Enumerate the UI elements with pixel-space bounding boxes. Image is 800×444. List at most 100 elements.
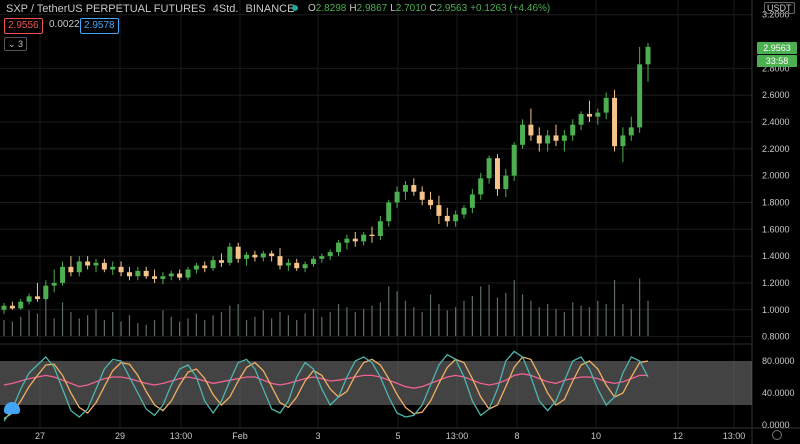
candle — [402, 181, 408, 200]
volume-bar — [179, 321, 181, 336]
candle-body — [260, 253, 266, 258]
volume-bar — [237, 304, 239, 336]
volume-bar — [279, 312, 281, 336]
candle — [294, 258, 300, 271]
price-chart[interactable]: 3.20002.80002.60002.40002.20002.00001.80… — [0, 0, 800, 444]
currency-label[interactable]: USDT — [764, 2, 795, 14]
volume-bar — [262, 310, 264, 336]
oscillator-band — [0, 361, 752, 405]
volume-bar — [363, 308, 365, 336]
candle-body — [227, 246, 233, 263]
candle — [612, 89, 618, 152]
candle — [561, 130, 567, 152]
candle-body — [193, 265, 199, 270]
volume-bar — [245, 320, 248, 336]
price-tick-label: 1.8000 — [762, 197, 790, 207]
interval-label[interactable]: 4Std. — [213, 3, 239, 15]
candle-body — [528, 124, 534, 136]
candle-body — [18, 301, 24, 309]
candle-body — [101, 262, 107, 270]
candle — [478, 172, 484, 200]
volume-bar — [505, 292, 507, 336]
candle-body — [428, 199, 434, 206]
volume-bar — [521, 294, 524, 336]
candle-body — [168, 273, 174, 277]
oscillator-tick-label: 40.0000 — [762, 388, 795, 398]
candle — [536, 127, 542, 152]
buy-price-button[interactable]: 2.9578 — [80, 18, 119, 34]
price-tick-label: 2.2000 — [762, 144, 790, 154]
time-tick-label: 3 — [315, 431, 320, 441]
candle-body — [327, 252, 333, 257]
cloud-icon[interactable] — [4, 402, 20, 414]
chart-header: SXP / TetherUS PERPETUAL FUTURES 4Std. B… — [6, 3, 298, 15]
low-value: 2.7010 — [395, 3, 427, 14]
candle — [352, 231, 358, 247]
volume-bar — [588, 307, 591, 336]
volume-bar — [371, 305, 373, 336]
volume-bar — [563, 312, 565, 336]
candle — [51, 269, 57, 293]
candle — [545, 130, 551, 152]
volume-bar — [170, 316, 172, 336]
volume-bar — [647, 300, 649, 336]
volume-bar — [404, 300, 407, 336]
candle-body — [152, 276, 158, 279]
candle — [185, 266, 191, 281]
volume-bar — [53, 318, 55, 336]
candle-body — [411, 185, 417, 192]
volume-bar — [321, 316, 323, 336]
volume-bar — [429, 294, 432, 336]
candle-body — [1, 305, 7, 310]
candle — [126, 266, 132, 281]
volume-bar — [28, 310, 30, 336]
candle-body — [419, 191, 425, 200]
volume-bar — [3, 320, 5, 336]
volume-bar — [78, 318, 80, 336]
volume-bar — [229, 305, 231, 336]
candle-body — [386, 202, 392, 222]
volume-bar — [304, 313, 306, 336]
candle-body — [177, 273, 183, 278]
candle — [118, 261, 124, 277]
candle — [269, 250, 275, 262]
time-tick-label: 13:00 — [723, 431, 746, 441]
volume-bar — [630, 308, 632, 336]
volume-bar — [538, 307, 540, 336]
candle-body — [9, 305, 15, 309]
volume-bar — [220, 312, 223, 336]
candle — [327, 249, 333, 261]
sell-price-button[interactable]: 2.9556 — [4, 18, 43, 34]
time-tick-label: 13:00 — [446, 431, 469, 441]
candle-body — [620, 135, 626, 147]
price-tick-label: 0.8000 — [762, 332, 790, 342]
price-tick-label: 1.6000 — [762, 224, 790, 234]
volume-bars — [3, 278, 649, 336]
volume-bar — [145, 324, 147, 336]
candle-body — [202, 265, 208, 269]
market-status-icon — [292, 5, 298, 11]
volume-bar — [488, 284, 490, 336]
volume-bar — [613, 280, 616, 336]
candle — [645, 42, 651, 82]
candle — [469, 189, 475, 214]
candle — [511, 142, 517, 182]
candle — [444, 207, 450, 227]
volume-bar — [639, 278, 641, 336]
candle-body — [520, 124, 526, 145]
candle-body — [486, 158, 492, 179]
candle — [193, 262, 199, 274]
candle-body — [210, 260, 216, 269]
gear-icon[interactable] — [772, 430, 782, 440]
candle — [18, 299, 24, 310]
candle — [603, 92, 609, 120]
volume-bar — [530, 300, 532, 336]
candle — [210, 256, 216, 271]
indicators-toggle[interactable]: ⌄ 3 — [4, 37, 28, 51]
candle — [377, 215, 383, 241]
candle-body — [361, 234, 367, 242]
symbol-title[interactable]: SXP / TetherUS PERPETUAL FUTURES — [6, 3, 206, 15]
candle-body — [76, 261, 82, 273]
candle-body — [218, 260, 224, 263]
volume-bar — [162, 310, 164, 336]
